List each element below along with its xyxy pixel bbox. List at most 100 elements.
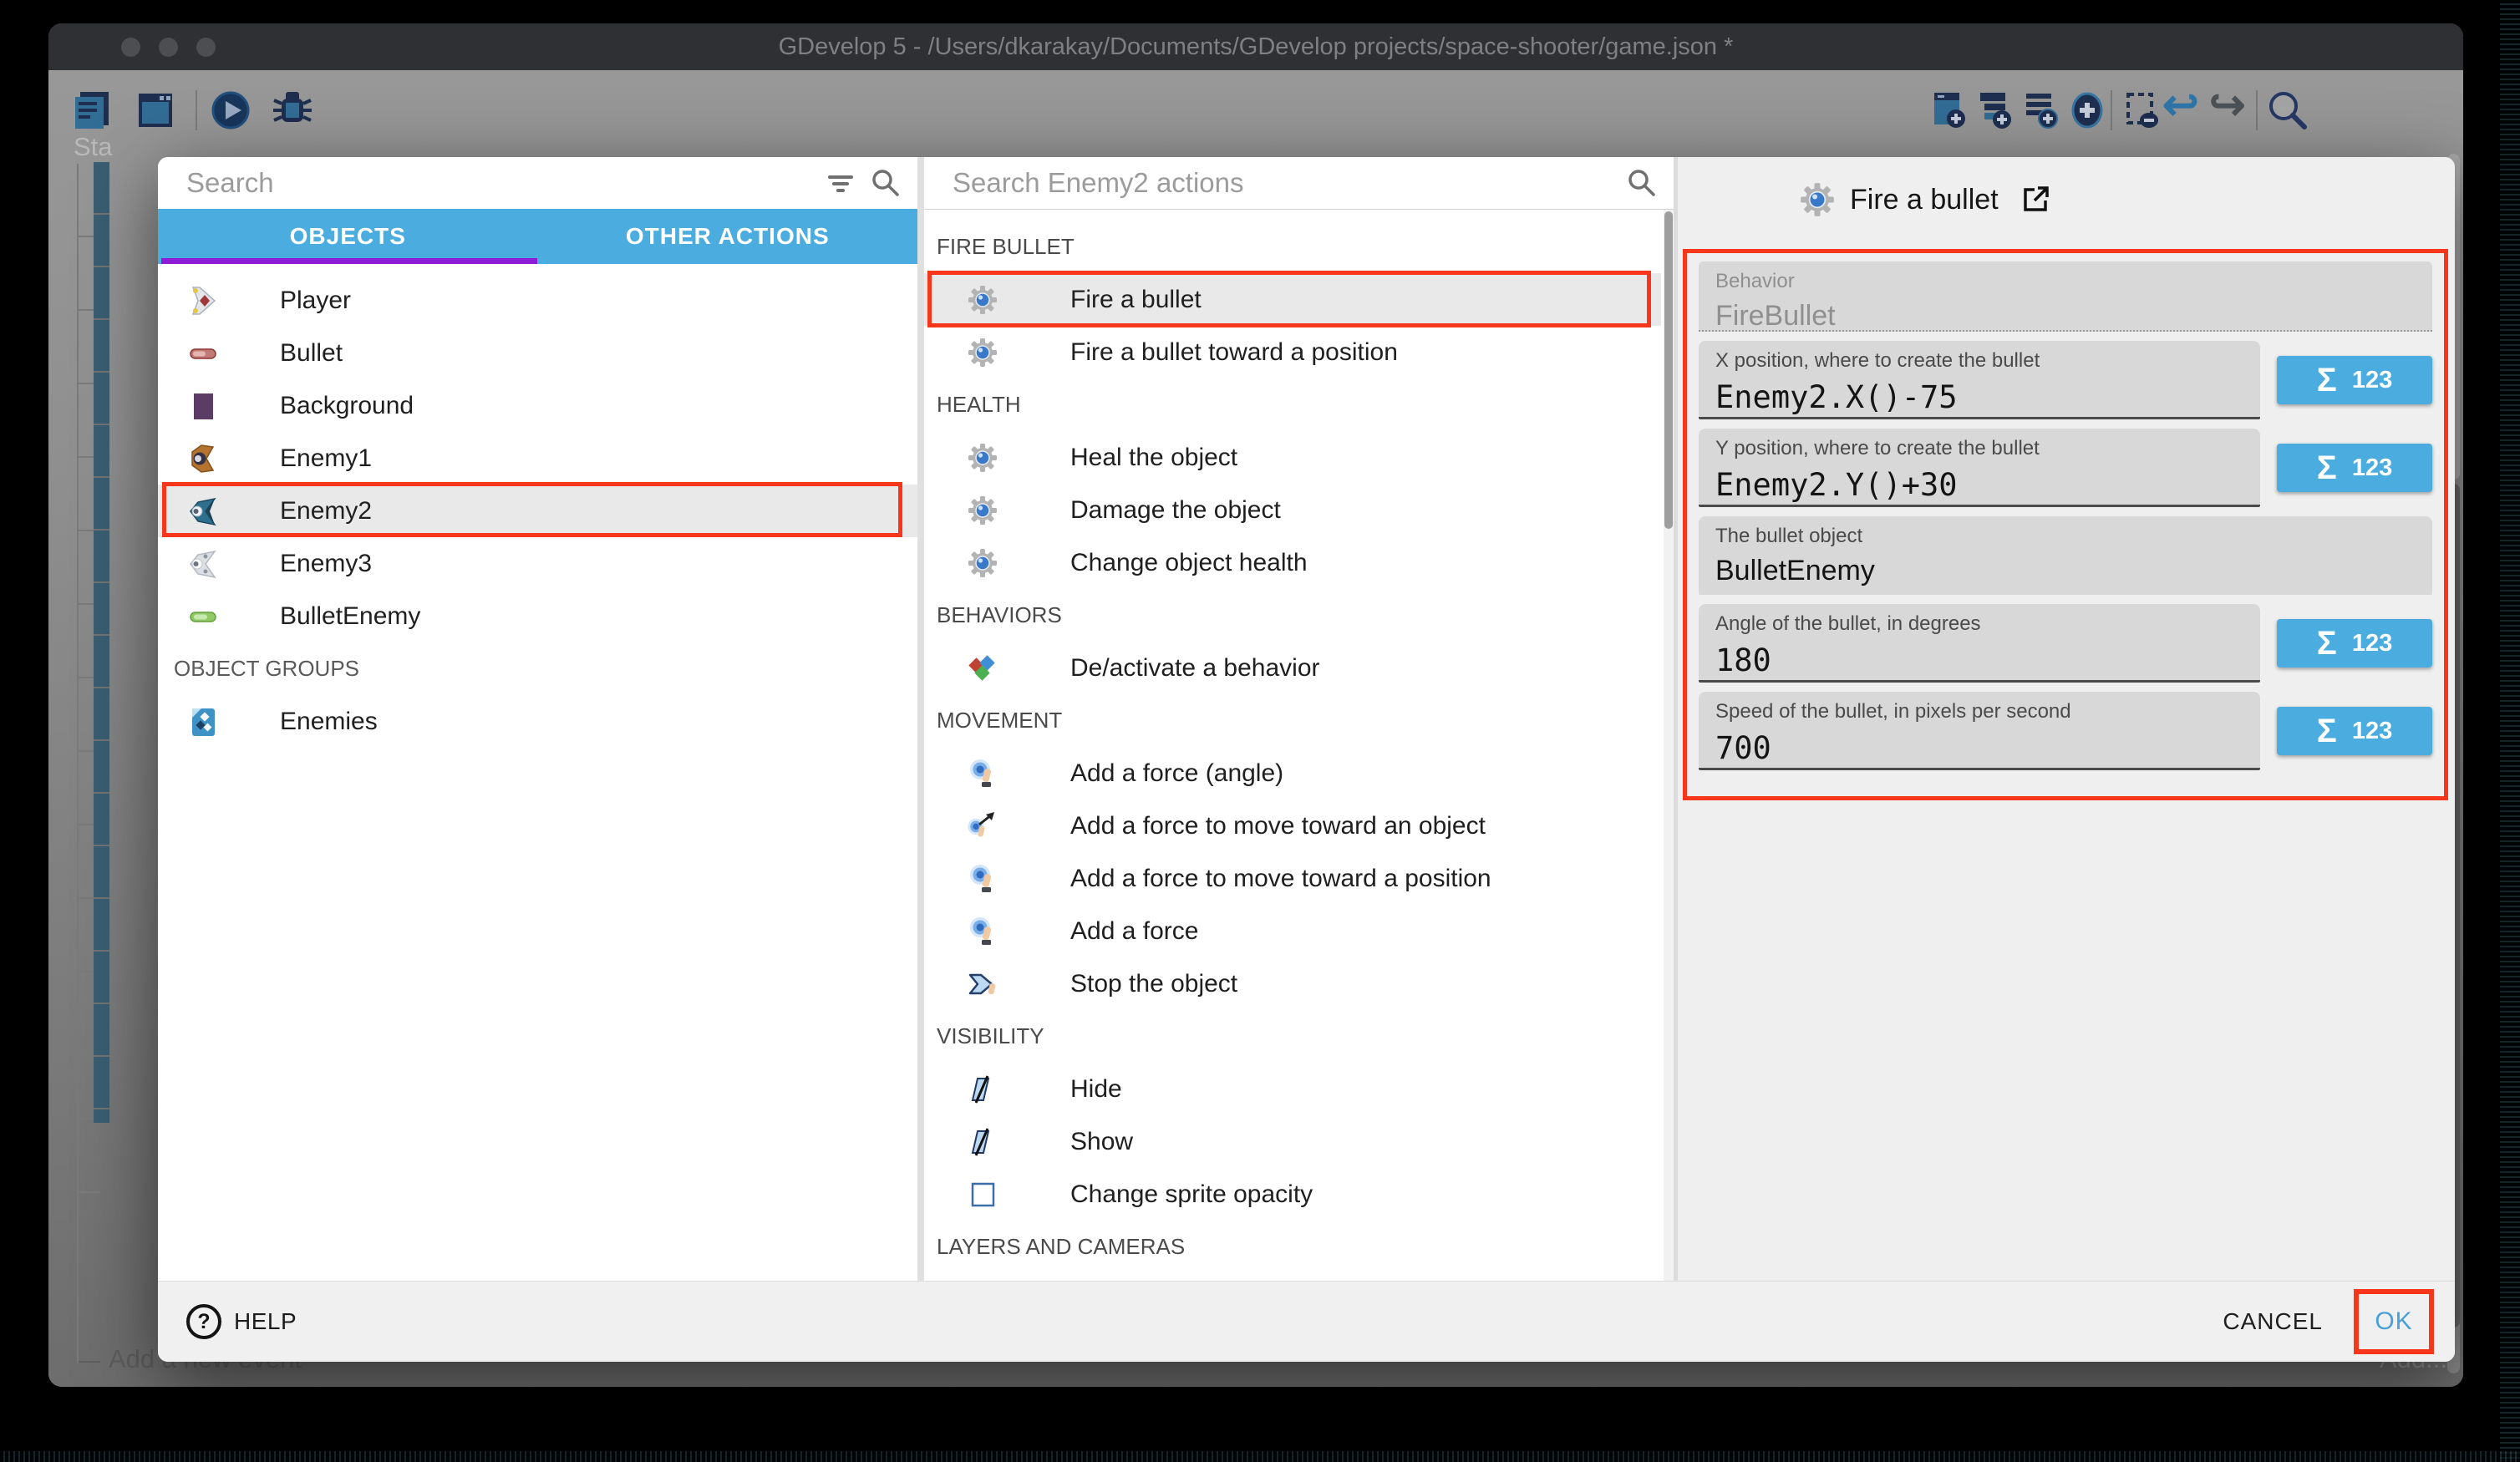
expression-editor-button[interactable]: Σ 123: [2277, 444, 2432, 492]
expression-editor-button[interactable]: Σ 123: [2277, 356, 2432, 404]
sigma-icon: Σ: [2317, 625, 2337, 662]
toolbar-divider: [2256, 90, 2258, 130]
scene-tab-label: Sta: [74, 132, 113, 162]
add-comment-icon[interactable]: [2020, 89, 2064, 132]
objects-search-input[interactable]: [186, 167, 826, 199]
object-row-bulletenemy[interactable]: BulletEnemy: [158, 590, 917, 642]
object-label: Bullet: [280, 339, 343, 368]
action-label: Add a force (angle): [1070, 759, 1283, 788]
object-row-background[interactable]: Background: [158, 379, 917, 432]
action-row-heal[interactable]: Heal the object: [924, 431, 1674, 484]
search-icon[interactable]: [1627, 168, 1657, 198]
sigma-icon: Σ: [2317, 449, 2337, 487]
field-label: Speed of the bullet, in pixels per secon…: [1715, 700, 2243, 723]
open-in-new-icon[interactable]: [2020, 185, 2050, 215]
dialog-footer: ? HELP CANCEL OK: [158, 1281, 2455, 1362]
behavior-puzzle-icon: [968, 653, 998, 683]
y-position-field[interactable]: Y position, where to create the bullet E…: [1699, 429, 2260, 507]
action-label: Add a force: [1070, 917, 1198, 946]
action-row-show[interactable]: Show: [924, 1115, 1674, 1168]
minimize-window-icon[interactable]: [159, 38, 178, 57]
scene-window-icon[interactable]: [134, 89, 177, 132]
section-header-movement: MOVEMENT: [924, 694, 1674, 747]
action-row-force-toward-object[interactable]: Add a force to move toward an object: [924, 800, 1674, 852]
action-row-force-angle[interactable]: Add a force (angle): [924, 747, 1674, 800]
field-value[interactable]: Enemy2.X()-75: [1715, 379, 2243, 415]
action-row-change-health[interactable]: Change object health: [924, 536, 1674, 589]
object-row-player[interactable]: Player: [158, 274, 917, 327]
actions-panel: FIRE BULLET Fire a bullet Fire a bullet …: [924, 157, 1674, 1281]
object-label: Enemy2: [280, 497, 372, 525]
show-icon: [968, 1127, 998, 1157]
expression-editor-button[interactable]: Σ 123: [2277, 619, 2432, 668]
action-row-damage[interactable]: Damage the object: [924, 484, 1674, 536]
action-label: Add a force to move toward a position: [1070, 865, 1491, 893]
object-row-enemy3[interactable]: Enemy3: [158, 537, 917, 590]
redo-icon[interactable]: ↪: [2209, 80, 2246, 130]
help-button[interactable]: ? HELP: [186, 1304, 297, 1339]
tab-other-actions[interactable]: OTHER ACTIONS: [538, 209, 918, 264]
undo-icon[interactable]: ↩: [2162, 80, 2199, 130]
parameters-highlight-box: Behavior FireBullet X position, where to…: [1683, 249, 2448, 800]
action-title: Fire a bullet: [1850, 184, 1999, 216]
action-row-hide[interactable]: Hide: [924, 1063, 1674, 1115]
objects-panel: OBJECTS OTHER ACTIONS Player Bullet: [158, 157, 917, 1281]
panel-divider: [917, 157, 924, 1281]
actions-search-input[interactable]: [953, 167, 1627, 199]
delete-event-icon[interactable]: [2121, 89, 2165, 132]
action-row-deactivate-behavior[interactable]: De/activate a behavior: [924, 642, 1674, 694]
field-value[interactable]: Enemy2.Y()+30: [1715, 467, 2243, 503]
cancel-button[interactable]: CANCEL: [2223, 1308, 2323, 1335]
action-label: Fire a bullet toward a position: [1070, 338, 1398, 367]
search-icon[interactable]: [871, 168, 901, 198]
object-row-bullet[interactable]: Bullet: [158, 327, 917, 379]
add-circle-icon[interactable]: [2065, 89, 2109, 132]
preview-play-icon[interactable]: [209, 89, 252, 132]
action-row-force-toward-position[interactable]: Add a force to move toward a position: [924, 852, 1674, 905]
group-label: Enemies: [280, 708, 378, 736]
field-value[interactable]: BulletEnemy: [1715, 555, 2416, 587]
sigma-icon: Σ: [2317, 713, 2337, 750]
events-tree-corner: [79, 1361, 100, 1363]
action-row-change-opacity[interactable]: Change sprite opacity: [924, 1168, 1674, 1221]
speed-field[interactable]: Speed of the bullet, in pixels per secon…: [1699, 692, 2260, 770]
action-row-add-force[interactable]: Add a force: [924, 905, 1674, 957]
enemy1-ship-icon: [187, 443, 219, 475]
behavior-field: Behavior FireBullet: [1699, 261, 2432, 332]
section-header-fire-bullet: FIRE BULLET: [924, 221, 1674, 273]
debugger-icon[interactable]: [271, 89, 314, 132]
project-manager-icon[interactable]: [72, 89, 115, 132]
action-row-stop-object[interactable]: Stop the object: [924, 957, 1674, 1010]
actions-search-row: [924, 157, 1674, 210]
bullet-icon: [187, 338, 219, 369]
search-events-icon[interactable]: [2266, 89, 2309, 132]
ok-button[interactable]: OK: [2375, 1307, 2412, 1336]
tab-objects[interactable]: OBJECTS: [158, 209, 538, 264]
object-label: Player: [280, 287, 351, 315]
bullet-object-field[interactable]: The bullet object BulletEnemy: [1699, 516, 2432, 595]
field-value[interactable]: 180: [1715, 642, 2243, 678]
active-tab-underline: [161, 258, 537, 264]
action-row-fire-toward-position[interactable]: Fire a bullet toward a position: [924, 326, 1674, 378]
gear-icon: [968, 443, 998, 473]
traffic-lights: [48, 23, 216, 70]
close-window-icon[interactable]: [121, 38, 140, 57]
force-icon: [968, 916, 998, 947]
filter-icon[interactable]: [826, 168, 856, 198]
actions-scrollbar-thumb[interactable]: [1664, 211, 1673, 529]
object-row-enemy2[interactable]: Enemy2: [158, 485, 917, 537]
field-value[interactable]: 700: [1715, 730, 2243, 766]
actions-list: FIRE BULLET Fire a bullet Fire a bullet …: [924, 210, 1674, 1281]
object-row-enemy1[interactable]: Enemy1: [158, 432, 917, 485]
maximize-window-icon[interactable]: [196, 38, 216, 57]
angle-field[interactable]: Angle of the bullet, in degrees 180: [1699, 604, 2260, 683]
expression-editor-button[interactable]: Σ 123: [2277, 707, 2432, 755]
add-subevent-icon[interactable]: [1974, 89, 2018, 132]
x-position-field[interactable]: X position, where to create the bullet E…: [1699, 341, 2260, 419]
group-row-enemies[interactable]: Enemies: [158, 695, 917, 748]
action-row-fire-a-bullet[interactable]: Fire a bullet: [924, 273, 1661, 326]
bullet-enemy-icon: [187, 601, 219, 632]
objects-tabs: OBJECTS OTHER ACTIONS: [158, 209, 917, 264]
add-event-icon[interactable]: [1928, 89, 1972, 132]
digits-label: 123: [2352, 454, 2392, 482]
